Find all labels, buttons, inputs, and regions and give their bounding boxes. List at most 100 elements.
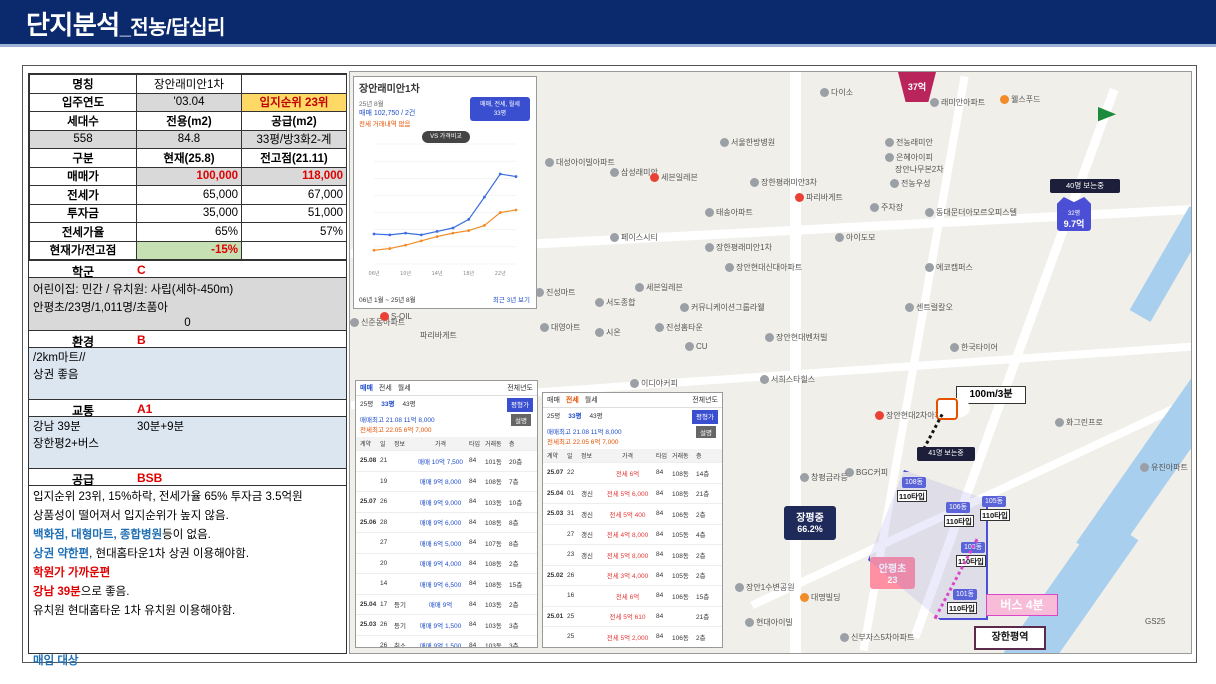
building-label[interactable]: 106동 — [946, 502, 970, 513]
cell: 8층 — [509, 520, 519, 528]
poi-dot-icon — [1055, 418, 1064, 428]
station-label[interactable]: 장한평역 — [974, 626, 1046, 650]
cell: 35,000 — [136, 203, 242, 223]
table-row[interactable]: 19 매매 9억 8,000 84 108동 7층 — [356, 472, 537, 492]
table-row[interactable]: 27 매매 6억 5,000 84 107동 8층 — [356, 533, 537, 554]
cell: 108동 — [485, 581, 502, 589]
size-33[interactable]: 33평 — [381, 398, 394, 412]
poi-dot-icon — [890, 179, 899, 189]
table-row[interactable]: 25.03 26 등기 매매 9억 1,500 84 103동 3층 — [356, 615, 537, 636]
col-head: 층 — [696, 454, 702, 460]
cell: 01 — [567, 489, 575, 497]
poi-label: 장한평래미안1차 — [705, 242, 772, 253]
cell: 25.01 — [547, 612, 564, 620]
page-header: 단지분석_전농/답십리 — [0, 0, 1216, 44]
table-row[interactable]: 14 매매 9억 6,500 84 108동 15층 — [356, 574, 537, 595]
cell — [241, 74, 347, 94]
tab-jeonse[interactable]: 전세 — [566, 395, 579, 405]
poi-dot-icon — [630, 379, 639, 389]
trade-tabs: 매매 전세 월세 전체년도 — [543, 393, 722, 408]
cell: 27 — [380, 539, 388, 547]
year-select[interactable]: 전체년도 — [692, 395, 718, 405]
table-row[interactable]: 25.03 31 갱신 전세 5억 400 84 106동 2층 — [543, 504, 722, 525]
cell: 107동 — [485, 540, 502, 548]
table-row[interactable]: 25.02 26 전세 3억 4,000 84 105동 2층 — [543, 566, 722, 586]
poi-dot-icon — [835, 233, 844, 243]
trade-list-card[interactable]: 매매 전세 월세 전체년도 25평 33평 43평 평형가 매매최고 21.08… — [355, 380, 538, 648]
size-33[interactable]: 33평 — [568, 410, 581, 424]
table-row[interactable]: 25.08 21 매매 10억 7,500 84 101동 20층 — [356, 451, 537, 472]
cell: 84 — [469, 457, 477, 465]
tab-trade[interactable]: 매매 — [360, 383, 373, 393]
table-row[interactable]: 25.04 01 갱신 전세 5억 6,000 84 108동 21층 — [543, 484, 722, 504]
table-row[interactable]: 25.06 28 매매 9억 6,000 84 108동 8층 — [356, 513, 537, 533]
cell: 매매가 — [29, 166, 137, 186]
supply-block: 입지순위 23위, 15%하락, 전세가율 65% 투자금 3.5억원 상품성이… — [29, 486, 346, 671]
cell: 투자금 — [29, 203, 137, 223]
building-label[interactable]: 105동 — [982, 496, 1006, 507]
price-chart-card[interactable]: 장안래미안1차 25년 8월 매매 102,750 / 2건 전세 거래내역 없… — [353, 76, 537, 309]
cell: 26 — [380, 621, 388, 629]
poi-dot-icon — [720, 138, 729, 148]
cell: 106동 — [672, 511, 689, 519]
x-tick-label: 14년 — [432, 270, 443, 277]
poi-dot-icon — [705, 243, 714, 253]
data-point — [451, 231, 455, 235]
cell: 84 — [469, 580, 477, 588]
table-row[interactable]: 24.1221전세 6억84107동3층 — [543, 648, 722, 649]
cell: 장안래미안1차 — [136, 74, 242, 94]
size-price-button[interactable]: 평형가 — [692, 410, 718, 424]
table-row[interactable]: 26 취소 매매 9억 1,500 84 103동 3층 — [356, 636, 537, 647]
tab-trade[interactable]: 매매 — [547, 395, 560, 405]
table-row[interactable]: 25 전세 5억 2,000 84 106동 2층 — [543, 627, 722, 647]
recent-3y-link[interactable]: 최근 3년 보기 — [493, 294, 530, 304]
middle-school-marker[interactable]: 장평중 66.2% — [784, 506, 836, 540]
table-row: 세대수 전용(m2) 공급(m2) — [29, 111, 347, 131]
cell: 28 — [380, 518, 388, 526]
table-row[interactable]: 27 갱신 전세 4억 8,000 84 105동 4층 — [543, 525, 722, 545]
table-row[interactable]: 25.01 25 전세 5억 610 84 21층 — [543, 607, 722, 627]
text-line: 장한평2+버스 — [33, 438, 100, 450]
table-header: 계약 일 정보 가격 타입 거래동 층 — [356, 437, 537, 451]
text-line: /2km마트// — [33, 352, 86, 364]
poi-dot-icon — [1000, 95, 1009, 105]
size-price-button[interactable]: 평형가 — [507, 398, 533, 412]
size-25[interactable]: 25평 — [360, 398, 373, 412]
table-header: 계약 일 정보 가격 타입 거래동 층 — [543, 449, 722, 463]
data-point — [404, 243, 407, 247]
year-select[interactable]: 전체년도 — [507, 383, 533, 393]
explain-button[interactable]: 설명 — [696, 426, 716, 438]
poi-dot-icon — [545, 158, 554, 168]
chart-filter-button[interactable]: 매매, 전세, 월세 33평 — [470, 97, 530, 121]
table-row[interactable]: 16 전세 6억 84 106동 15층 — [543, 586, 722, 607]
cell: 84.8 — [136, 129, 242, 149]
poi-dot-icon — [595, 328, 604, 338]
jeonse-list-card[interactable]: 매매 전세 월세 전체년도 25평 33평 43평 평형가 매매최고 21.08… — [542, 392, 723, 648]
table-row[interactable]: 25.07 26 매매 9억 9,000 84 103동 10층 — [356, 492, 537, 513]
tab-monthly[interactable]: 월세 — [585, 395, 598, 405]
explain-button[interactable]: 설명 — [511, 414, 531, 426]
table-row[interactable]: 23 갱신 전세 5억 8,000 84 108동 2층 — [543, 545, 722, 566]
size-43[interactable]: 43평 — [402, 398, 415, 412]
building-label[interactable]: 108동 — [902, 477, 926, 488]
table-row[interactable]: 25.07 22 전세 6억 84 108동 14층 — [543, 463, 722, 484]
cell: '03.04 — [136, 92, 242, 112]
poi-label: 신부자스5차아파트 — [840, 632, 914, 643]
size-tabs: 25평 33평 43평 평형가 — [543, 408, 722, 426]
table-row[interactable]: 25.04 17 등기 매매 9억 84 103동 2층 — [356, 595, 537, 615]
tab-jeonse[interactable]: 전세 — [379, 383, 392, 393]
chart-period: 06년 1월 ~ 25년 8월 — [359, 297, 416, 304]
x-tick-label: 10년 — [400, 270, 411, 277]
cell: 4층 — [696, 532, 706, 540]
price-marker[interactable]: 32평 9.7억 — [1057, 197, 1091, 231]
cell: 25 — [567, 633, 575, 641]
size-25[interactable]: 25평 — [547, 410, 560, 424]
col-head: 일 — [567, 454, 573, 460]
table-row[interactable]: 20 매매 9억 4,000 84 108동 2층 — [356, 554, 537, 574]
size-43[interactable]: 43평 — [589, 410, 602, 424]
tab-monthly[interactable]: 월세 — [398, 383, 411, 393]
cell: 전세 5억 2,000 — [606, 634, 649, 642]
high-trade: 매매최고 21.08 11억 8,000 — [360, 417, 435, 424]
cell: 65,000 — [136, 185, 242, 205]
poi-label: 세븐일레븐 — [650, 172, 698, 183]
